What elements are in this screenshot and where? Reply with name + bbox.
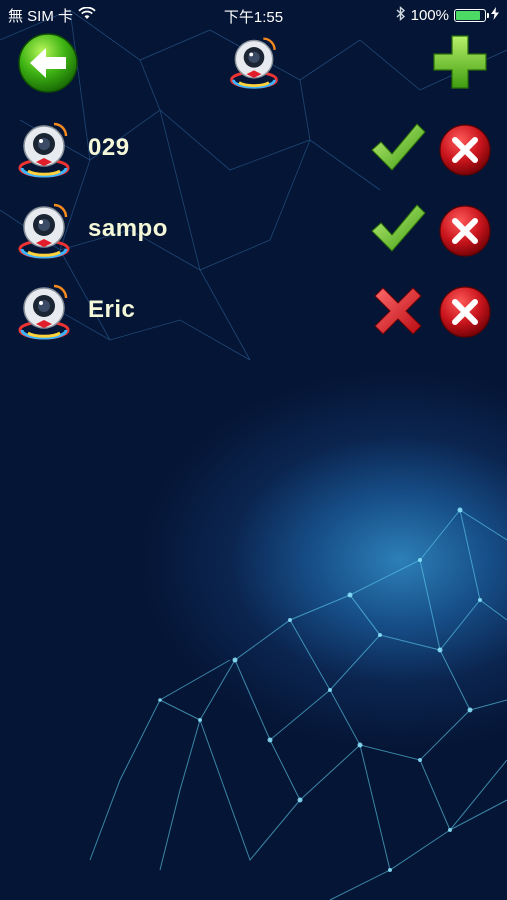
cross-icon (369, 282, 427, 340)
wifi-icon (78, 6, 96, 24)
battery-icon (454, 8, 489, 22)
plus-icon (433, 35, 487, 89)
device-name: Eric (88, 296, 136, 323)
header (0, 30, 507, 94)
battery-percent: 100% (410, 6, 449, 24)
camera-device-icon (14, 199, 74, 261)
delete-button[interactable] (438, 204, 492, 258)
device-name: sampo (88, 215, 168, 242)
device-row[interactable]: sampo (0, 193, 507, 274)
bluetooth-icon (396, 5, 406, 25)
camera-logo-icon (225, 33, 283, 91)
check-icon (369, 120, 427, 178)
delete-icon (439, 124, 491, 176)
device-list: 029 sampo Eric (0, 112, 507, 355)
camera-device-icon (14, 118, 74, 180)
device-name: 029 (88, 134, 130, 161)
back-arrow-icon (18, 33, 78, 93)
charging-icon (491, 6, 499, 24)
delete-icon (439, 286, 491, 338)
camera-device-icon (14, 280, 74, 342)
add-button[interactable] (432, 34, 488, 90)
delete-icon (439, 205, 491, 257)
battery-fill (456, 10, 480, 20)
back-button[interactable] (16, 32, 80, 94)
status-right: 100% (396, 5, 507, 25)
status-bar: 無 SIM 卡 下午1:55 100% (0, 0, 507, 30)
carrier-label: 無 SIM 卡 (8, 7, 74, 25)
status-left: 無 SIM 卡 (0, 5, 96, 26)
check-icon (369, 201, 427, 259)
delete-button[interactable] (438, 123, 492, 177)
status-time: 下午1:55 (223, 9, 284, 26)
device-row[interactable]: 029 (0, 112, 507, 193)
device-row[interactable]: Eric (0, 274, 507, 355)
delete-button[interactable] (438, 285, 492, 339)
